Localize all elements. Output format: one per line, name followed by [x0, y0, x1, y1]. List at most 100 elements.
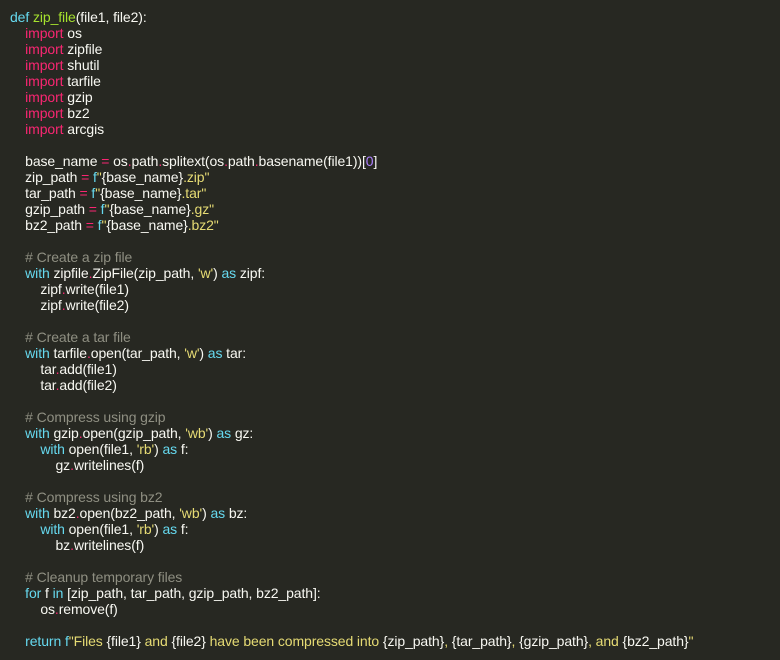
code-token: .tar" [181, 185, 207, 201]
code-token: tarfile [63, 73, 101, 89]
code-token: gzip [63, 89, 93, 105]
code-line[interactable]: for f in [zip_path, tar_path, gzip_path,… [10, 585, 780, 601]
code-line[interactable]: # Cleanup temporary files [10, 569, 780, 585]
code-token: {base_name} [101, 169, 184, 185]
code-token: import [25, 57, 64, 73]
code-token: as [162, 441, 178, 457]
code-line[interactable] [10, 137, 780, 153]
code-line[interactable]: bz.writelines(f) [10, 537, 780, 553]
code-line[interactable]: # Compress using bz2 [10, 489, 780, 505]
code-token: zipfile [63, 41, 103, 57]
code-token: def [10, 9, 30, 25]
code-token: import [25, 89, 64, 105]
code-token: f: [177, 441, 189, 457]
code-token: .zip" [183, 169, 210, 185]
code-token: path [131, 153, 159, 169]
code-token: have been compressed into [205, 633, 383, 649]
code-line[interactable] [10, 233, 780, 249]
code-token: 'wb' [185, 425, 209, 441]
code-line[interactable] [10, 553, 780, 569]
code-token: 'rb' [136, 521, 155, 537]
code-token: , [511, 633, 520, 649]
code-line[interactable]: import bz2 [10, 105, 780, 121]
code-line[interactable]: import zipfile [10, 41, 780, 57]
code-line[interactable]: # Create a tar file [10, 329, 780, 345]
code-line[interactable]: gz.writelines(f) [10, 457, 780, 473]
code-line[interactable]: base_name = os.path.splitext(os.path.bas… [10, 153, 780, 169]
code-line[interactable]: import tarfile [10, 73, 780, 89]
code-token: 'rb' [136, 441, 155, 457]
code-line[interactable] [10, 617, 780, 633]
code-token: 'wb' [179, 505, 203, 521]
code-token: bz2 [49, 505, 76, 521]
code-token: path [227, 153, 255, 169]
code-line[interactable]: with open(file1, 'rb') as f: [10, 441, 780, 457]
code-line[interactable]: import gzip [10, 89, 780, 105]
code-token: zip_path [10, 169, 82, 185]
code-token: add(file2) [59, 377, 117, 393]
code-editor[interactable]: def zip_file(file1, file2): import os im… [0, 0, 780, 660]
code-token: {bz2_path} [622, 633, 689, 649]
code-token: write(file1) [65, 281, 129, 297]
code-token: as [162, 521, 178, 537]
code-token: base_name [10, 153, 102, 169]
code-line[interactable]: bz2_path = f"{base_name}.bz2" [10, 217, 780, 233]
code-line[interactable]: zip_path = f"{base_name}.zip" [10, 169, 780, 185]
code-line[interactable]: # Compress using gzip [10, 409, 780, 425]
code-token: .bz2" [187, 217, 219, 233]
code-token: = [85, 217, 94, 233]
code-token: ZipFile(zip_path, [92, 265, 198, 281]
code-token: {base_name} [100, 185, 182, 201]
code-token: bz2 [63, 105, 90, 121]
code-line[interactable]: tar_path = f"{base_name}.tar" [10, 185, 780, 201]
code-line[interactable]: zipf.write(file1) [10, 281, 780, 297]
code-line[interactable] [10, 393, 780, 409]
code-token: 'w' [184, 345, 200, 361]
code-line[interactable]: return f"Files {file1} and {file2} have … [10, 633, 780, 649]
code-line[interactable]: tar.add(file2) [10, 377, 780, 393]
code-line[interactable]: import shutil [10, 57, 780, 73]
code-line[interactable]: tar.add(file1) [10, 361, 780, 377]
code-line[interactable]: # Create a zip file [10, 249, 780, 265]
code-token: with [25, 345, 50, 361]
code-token: as [210, 505, 226, 521]
code-token: and [140, 633, 172, 649]
code-line[interactable]: with bz2.open(bz2_path, 'wb') as bz: [10, 505, 780, 521]
code-token: zip_file [32, 9, 76, 25]
code-line[interactable]: def zip_file(file1, file2): [10, 9, 780, 25]
code-token: {tar_path} [451, 633, 512, 649]
code-token: with [40, 521, 65, 537]
code-token: os [109, 153, 128, 169]
code-line[interactable]: gzip_path = f"{base_name}.gz" [10, 201, 780, 217]
code-token: gzip_path [10, 201, 89, 217]
code-token: .gz" [190, 201, 214, 217]
code-line[interactable]: import os [10, 25, 780, 41]
code-token: gzip [49, 425, 79, 441]
code-line[interactable]: os.remove(f) [10, 601, 780, 617]
code-token: gz: [231, 425, 254, 441]
code-token: splitext(os [162, 153, 225, 169]
code-line[interactable]: zipf.write(file2) [10, 297, 780, 313]
code-token: {base_name} [106, 217, 188, 233]
code-token: open(bz2_path, [79, 505, 180, 521]
code-line[interactable]: with open(file1, 'rb') as f: [10, 521, 780, 537]
code-token: {file2} [171, 633, 206, 649]
code-line[interactable]: with tarfile.open(tar_path, 'w') as tar: [10, 345, 780, 361]
code-token: # Create a tar file [10, 329, 131, 345]
code-line[interactable] [10, 313, 780, 329]
code-token: # Compress using bz2 [10, 489, 163, 505]
code-token: add(file1) [59, 361, 117, 377]
code-token: bz [10, 537, 71, 553]
code-token: bz: [225, 505, 248, 521]
code-line[interactable]: with gzip.open(gzip_path, 'wb') as gz: [10, 425, 780, 441]
code-line[interactable]: import arcgis [10, 121, 780, 137]
code-token: f [89, 169, 97, 185]
code-line[interactable]: with zipfile.ZipFile(zip_path, 'w') as z… [10, 265, 780, 281]
code-line[interactable] [10, 473, 780, 489]
code-token: , and [588, 633, 623, 649]
code-token: with [40, 441, 65, 457]
code-token: with [25, 505, 50, 521]
